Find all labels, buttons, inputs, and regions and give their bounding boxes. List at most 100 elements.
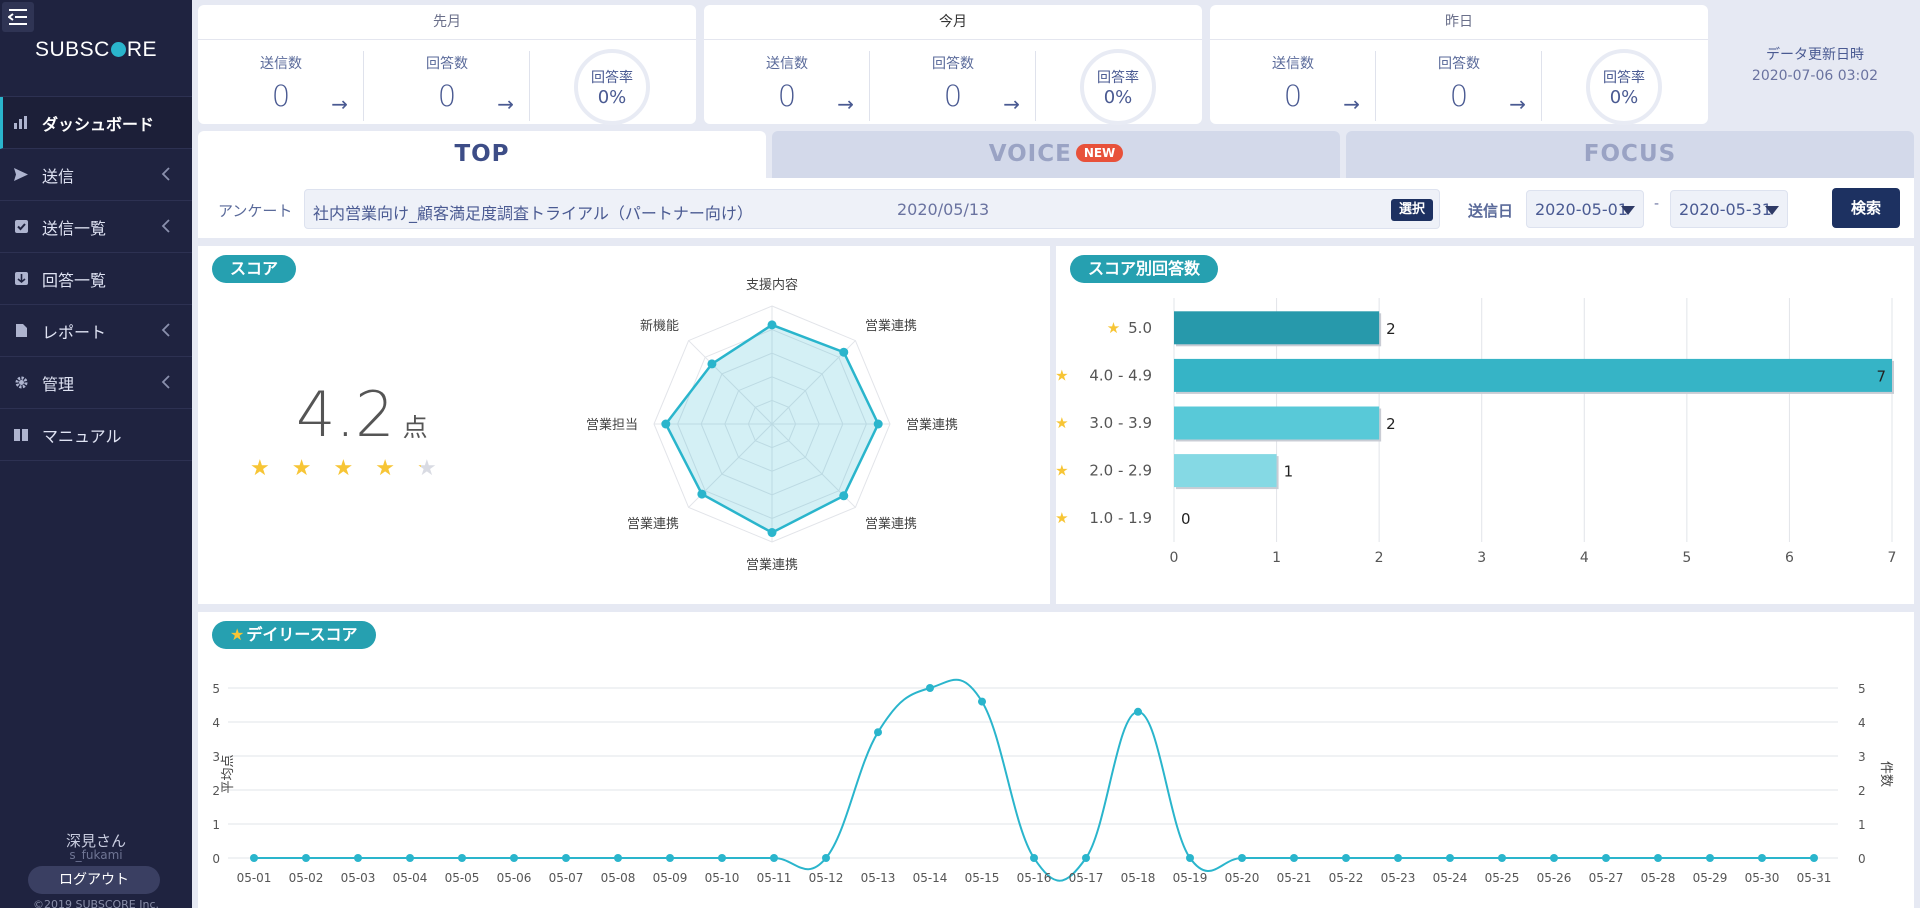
line-y2-tick: 4: [1858, 716, 1866, 730]
sidebar-item-label: ダッシュボード: [42, 114, 155, 134]
arrow-right-icon[interactable]: →: [1003, 92, 1020, 116]
date-from-select[interactable]: 2020-05-01: [1526, 190, 1644, 228]
chevron-left-icon: [161, 167, 170, 181]
survey-name: 社内営業向け_顧客満足度調査トライアル（パートナー向け）: [313, 204, 753, 223]
sidebar-item-report[interactable]: レポート: [0, 305, 192, 357]
sidebar-item-dashboard[interactable]: ダッシュボード: [0, 97, 192, 149]
bar-value-label: 7: [1876, 367, 1886, 385]
logout-button[interactable]: ログアウト: [28, 866, 160, 894]
select-survey-button[interactable]: 選択: [1390, 199, 1433, 221]
radar-axis-label: 営業連携: [865, 516, 917, 532]
chevron-left-icon: [161, 375, 170, 389]
arrow-right-icon[interactable]: →: [837, 92, 854, 116]
line-x-tick: 05-06: [497, 871, 532, 885]
line-point: [822, 854, 830, 862]
line-point: [614, 854, 622, 862]
line-point: [1446, 854, 1454, 862]
score-panel: スコア 4.2 点 ★ ★ ★ ★ ★ 支援内容 営業連携 営業連携 営業連携 営業連携 営業連携営…: [198, 246, 1050, 604]
sidebar-item-send[interactable]: 送信: [0, 149, 192, 201]
document-icon: [14, 324, 28, 338]
line-point: [978, 697, 986, 706]
line-y-tick: 2: [212, 784, 220, 798]
tab-focus[interactable]: FOCUS: [1346, 131, 1914, 178]
line-x-tick: 05-30: [1745, 871, 1780, 885]
checkbox-icon: [14, 220, 28, 234]
search-button[interactable]: 検索: [1832, 188, 1900, 228]
line-x-tick: 05-03: [341, 871, 376, 885]
line-x-tick: 05-27: [1589, 871, 1624, 885]
gear-icon: [14, 376, 28, 390]
date-from-value: 2020-05-01: [1535, 200, 1628, 219]
line-point: [1394, 854, 1402, 862]
bar-category-label: 2.0 - 2.9 ★: [1056, 462, 1152, 480]
radar-point: [707, 359, 717, 369]
sidebar-item-label: 回答一覧: [42, 270, 107, 290]
arrow-right-icon[interactable]: →: [1509, 92, 1526, 116]
line-y2-tick: 5: [1858, 682, 1866, 696]
bar-category-label: 4.0 - 4.9 ★: [1056, 366, 1152, 384]
date-to-select[interactable]: 2020-05-31: [1670, 190, 1788, 228]
line-x-tick: 05-12: [809, 871, 844, 885]
radar-chart: 支援内容営業連携営業連携営業連携営業連携営業連携営業担当新機能: [586, 277, 958, 573]
line-x-tick: 05-08: [601, 871, 636, 885]
line-point: [1342, 854, 1350, 862]
radar-axis-label: 営業連携: [865, 318, 917, 334]
arrow-right-icon[interactable]: →: [1343, 92, 1360, 116]
sidebar-item-send-list[interactable]: 送信一覧: [0, 201, 192, 253]
arrow-right-icon[interactable]: →: [331, 92, 348, 116]
line-x-tick: 05-24: [1433, 871, 1468, 885]
bar-value-label: 1: [1284, 463, 1294, 481]
bar-tick-label: 5: [1682, 550, 1691, 566]
radar-point: [873, 419, 883, 429]
update-label: データ更新日時: [1766, 47, 1864, 63]
summary-card-last-month: 先月 送信数 0 → 回答数 0 → 回答率 0%: [198, 5, 696, 125]
line-y-tick: 5: [212, 682, 220, 696]
line-x-tick: 05-04: [393, 871, 428, 885]
line-y2-tick: 1: [1858, 818, 1866, 832]
sidebar-item-manual[interactable]: マニュアル: [0, 409, 192, 461]
rate-label: 回答率: [1097, 70, 1139, 86]
radar-point: [767, 320, 777, 330]
survey-selector[interactable]: 社内営業向け_顧客満足度調査トライアル（パートナー向け） 2020/05/13 …: [304, 189, 1440, 229]
new-badge: NEW: [1075, 144, 1124, 162]
bar-value-label: 2: [1386, 415, 1396, 433]
line-point: [562, 854, 570, 862]
score-distribution-panel: スコア別回答数 0 1 2 3 4 5 6 7 5.0 ★ 2 4.0 - 4.9 ★ 7 3.0 - 3.…: [1056, 246, 1914, 604]
sidebar-item-label: レポート: [42, 322, 107, 342]
line-x-tick: 05-17: [1069, 871, 1104, 885]
tab-top[interactable]: TOP: [198, 131, 766, 178]
user-id: s_fukami: [69, 848, 123, 862]
bar-category-text: 3.0 - 3.9: [1089, 414, 1152, 432]
line-y2-tick: 0: [1858, 852, 1866, 866]
bar-category-text: 4.0 - 4.9: [1089, 366, 1152, 384]
sent-label: 送信数: [1272, 56, 1314, 72]
radar-point: [767, 528, 777, 538]
line-point: [406, 854, 414, 862]
tab-voice[interactable]: VOICE NEW: [772, 131, 1340, 178]
sidebar-item-answer-list[interactable]: 回答一覧: [0, 253, 192, 305]
bar-value-label: 0: [1181, 510, 1191, 528]
line-point: [1238, 854, 1246, 862]
answer-label: 回答数: [932, 56, 974, 72]
distribution-bar-chart: 0 1 2 3 4 5 6 7 5.0 ★ 2 4.0 - 4.9 ★ 7 3.0 - 3.9 ★ 2 2.0 -…: [1056, 298, 1896, 566]
star-icon: ★: [1056, 366, 1069, 384]
bar-category-text: 1.0 - 1.9: [1089, 509, 1152, 527]
bar-tick-label: 1: [1272, 550, 1281, 566]
rate-value: 0%: [1609, 87, 1639, 108]
bar-chart-icon: [14, 116, 28, 130]
line-x-tick: 05-14: [913, 871, 948, 885]
sidebar-item-admin[interactable]: 管理: [0, 357, 192, 409]
menu-toggle-button[interactable]: [2, 2, 34, 32]
radar-area: [664, 323, 880, 535]
line-y-tick: 4: [212, 716, 220, 730]
sent-count: 送信数 0 →: [198, 47, 364, 121]
bar-tick-label: 2: [1375, 550, 1384, 566]
card-title: 先月: [433, 14, 461, 30]
radar-point: [661, 419, 671, 429]
arrow-right-icon[interactable]: →: [497, 92, 514, 116]
line-x-tick: 05-18: [1121, 871, 1156, 885]
summary-card-yesterday: 昨日 送信数 0 → 回答数 0 → 回答率 0%: [1210, 5, 1708, 125]
line-x-tick: 05-31: [1797, 871, 1832, 885]
line-point: [510, 854, 518, 862]
copyright: ©2019 SUBSCORE Inc.: [32, 898, 160, 908]
